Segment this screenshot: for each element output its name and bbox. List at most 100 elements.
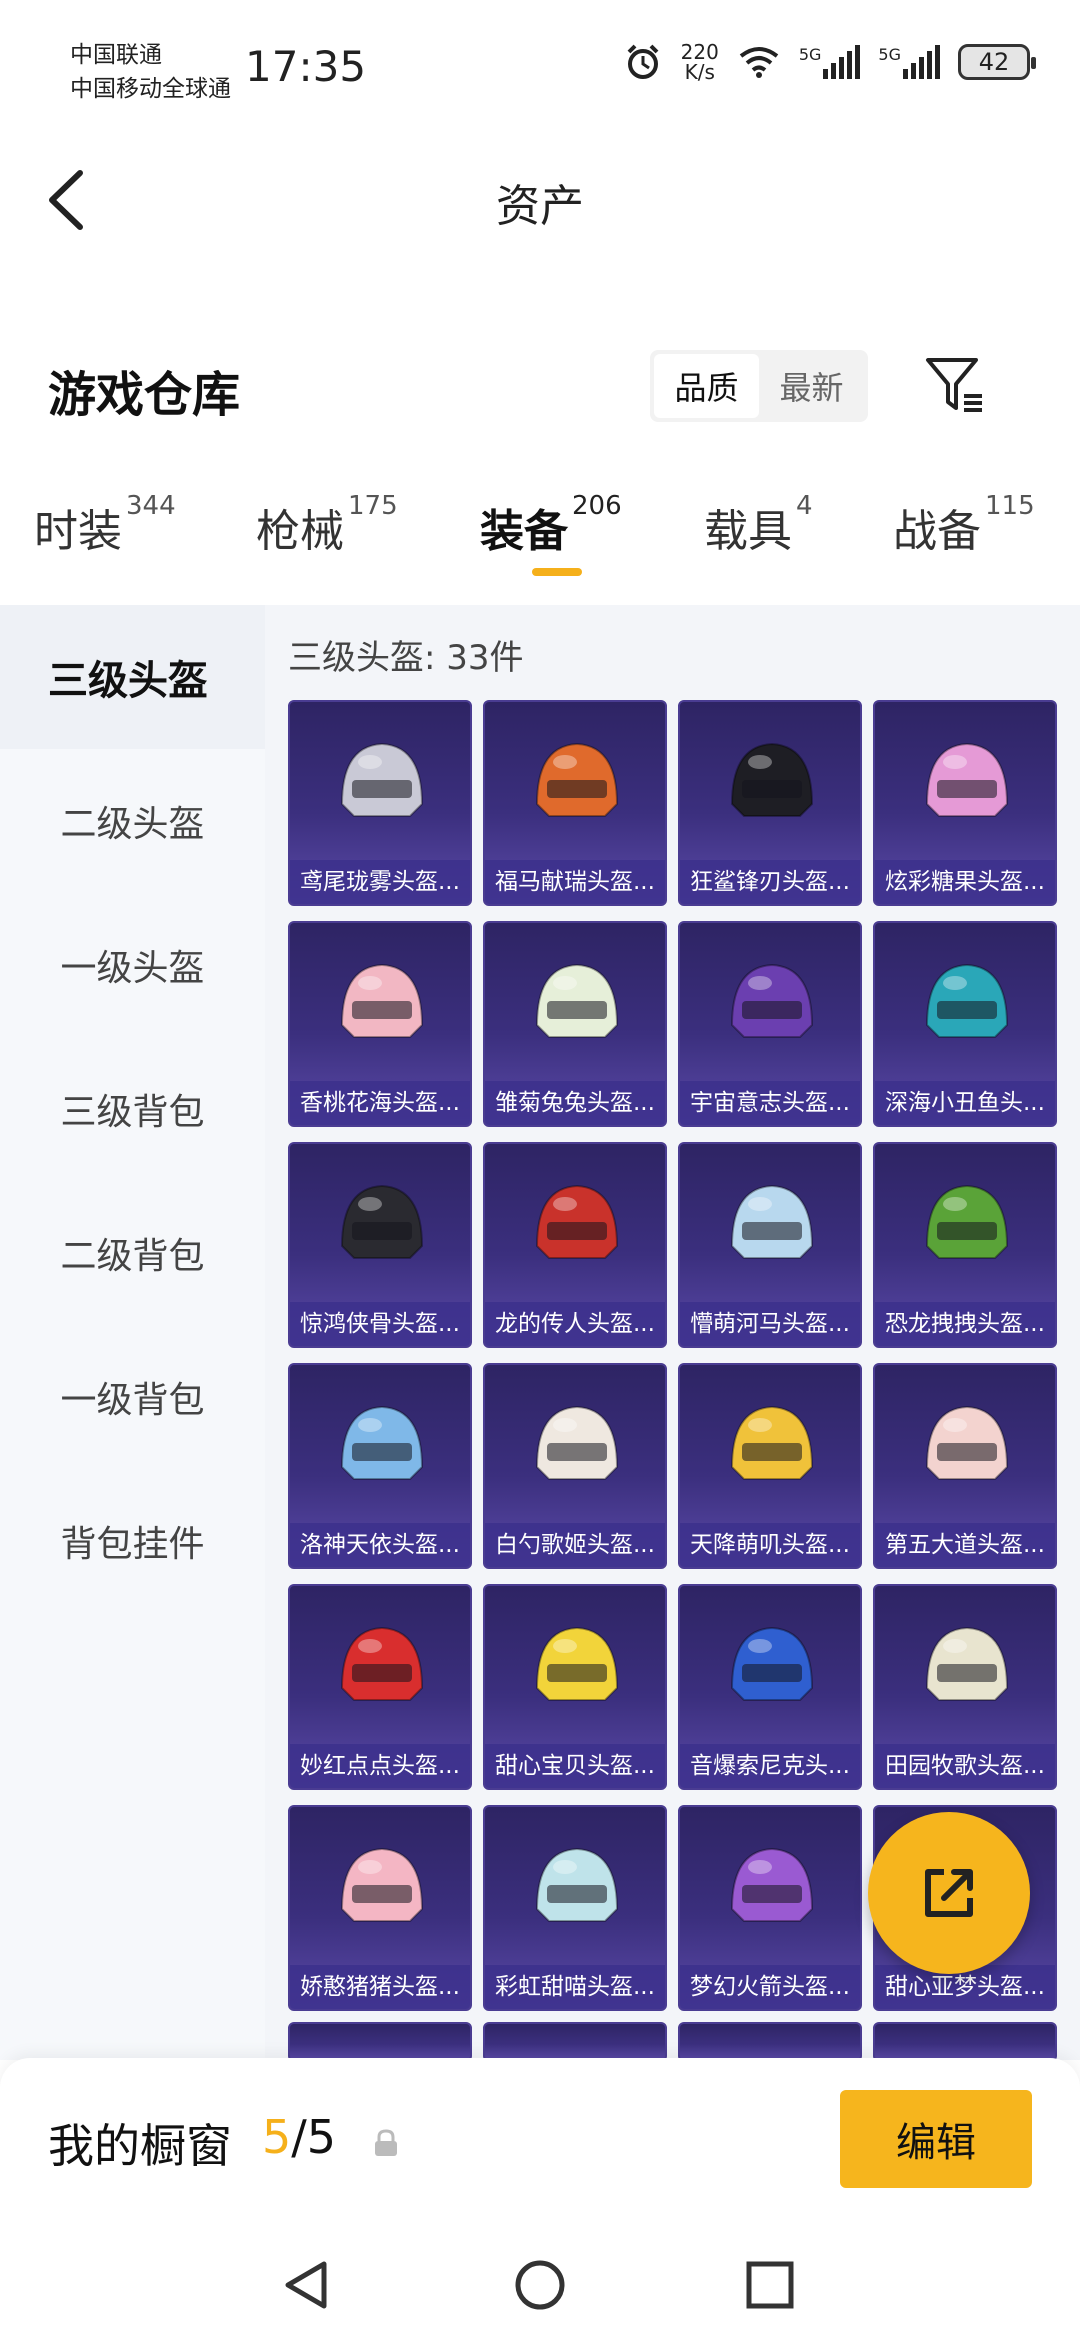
showcase-count: 5/5 bbox=[262, 2110, 336, 2164]
item-card[interactable]: 福马献瑞头盔... bbox=[483, 700, 667, 906]
item-card[interactable]: 狂鲨锋刃头盔... bbox=[678, 700, 862, 906]
tab-vehicles[interactable]: 载具 4 bbox=[704, 491, 813, 559]
helmet-icon bbox=[340, 1184, 424, 1259]
carrier-1: 中国联通 bbox=[70, 42, 162, 68]
signal-1: 5G bbox=[799, 45, 861, 79]
tab-count: 175 bbox=[348, 491, 398, 521]
tab-label: 时装 bbox=[34, 506, 122, 557]
item-card-partial[interactable] bbox=[873, 2022, 1057, 2062]
section-title: 游戏仓库 bbox=[48, 367, 241, 423]
item-name: 彩虹甜喵头盔... bbox=[485, 1965, 665, 2009]
item-card[interactable]: 娇憨猪猪头盔... bbox=[288, 1805, 472, 2011]
item-name: 宇宙意志头盔... bbox=[680, 1081, 860, 1125]
item-name: 懵萌河马头盔... bbox=[680, 1302, 860, 1346]
item-card[interactable]: 懵萌河马头盔... bbox=[678, 1142, 862, 1348]
item-card[interactable]: 洛神天依头盔... bbox=[288, 1363, 472, 1569]
item-card[interactable]: 妙红点点头盔... bbox=[288, 1584, 472, 1790]
signal-2-label: 5G bbox=[878, 45, 901, 64]
item-card-partial[interactable] bbox=[678, 2022, 862, 2062]
showcase-separator: / bbox=[291, 2110, 307, 2164]
helmet-icon bbox=[340, 1405, 424, 1480]
item-card[interactable]: 恐龙拽拽头盔... bbox=[873, 1142, 1057, 1348]
item-card[interactable]: 白勺歌姬头盔... bbox=[483, 1363, 667, 1569]
sort-option-quality[interactable]: 品质 bbox=[654, 354, 759, 418]
system-nav-bar bbox=[0, 2228, 1080, 2338]
item-card[interactable]: 雏菊兔兔头盔... bbox=[483, 921, 667, 1127]
tab-label: 枪械 bbox=[256, 506, 344, 557]
sidebar-item-lvl2-helmet[interactable]: 二级头盔 bbox=[0, 749, 265, 893]
item-name: 音爆索尼克头... bbox=[680, 1744, 860, 1788]
item-name: 甜心宝贝头盔... bbox=[485, 1744, 665, 1788]
status-bar: 中国联通 中国移动全球通 17:35 220 K/s 5G 5G 42 bbox=[0, 0, 1080, 130]
status-icons: 220 K/s 5G 5G 42 bbox=[623, 40, 1036, 84]
net-speed-unit: K/s bbox=[684, 60, 715, 84]
helmet-icon bbox=[730, 742, 814, 817]
item-card[interactable]: 梦幻火箭头盔... bbox=[678, 1805, 862, 2011]
item-card[interactable]: 炫彩糖果头盔... bbox=[873, 700, 1057, 906]
item-card[interactable]: 田园牧歌头盔... bbox=[873, 1584, 1057, 1790]
item-card[interactable]: 音爆索尼克头... bbox=[678, 1584, 862, 1790]
alarm-icon bbox=[627, 44, 659, 79]
helmet-icon bbox=[925, 1405, 1009, 1480]
tab-combat-gear[interactable]: 战备 115 bbox=[893, 491, 1035, 559]
item-card[interactable]: 天降萌叽头盔... bbox=[678, 1363, 862, 1569]
edit-button[interactable]: 编辑 bbox=[840, 2090, 1032, 2188]
helmet-icon bbox=[340, 742, 424, 817]
tab-guns[interactable]: 枪械 175 bbox=[256, 491, 398, 559]
sort-option-newest[interactable]: 最新 bbox=[759, 354, 864, 418]
nav-home-button[interactable] bbox=[505, 2250, 575, 2320]
carrier-2: 中国移动全球通 bbox=[70, 76, 231, 102]
net-speed-value: 220 bbox=[680, 40, 719, 64]
sidebar-item-lvl1-helmet[interactable]: 一级头盔 bbox=[0, 893, 265, 1037]
item-card[interactable]: 甜心宝贝头盔... bbox=[483, 1584, 667, 1790]
item-name: 炫彩糖果头盔... bbox=[875, 860, 1055, 904]
item-card-partial[interactable] bbox=[288, 2022, 472, 2062]
showcase-total: 5 bbox=[306, 2110, 337, 2164]
item-name: 梦幻火箭头盔... bbox=[680, 1965, 860, 2009]
active-tab-indicator bbox=[532, 568, 582, 576]
sidebar-item-lvl3-backpack[interactable]: 三级背包 bbox=[0, 1037, 265, 1181]
helmet-icon bbox=[730, 963, 814, 1038]
clock: 17:35 bbox=[245, 42, 367, 91]
item-card[interactable]: 彩虹甜喵头盔... bbox=[483, 1805, 667, 2011]
tab-label: 装备 bbox=[480, 506, 568, 557]
nav-back-button[interactable] bbox=[272, 2250, 342, 2320]
item-card[interactable]: 第五大道头盔... bbox=[873, 1363, 1057, 1569]
signal-bars-icon bbox=[823, 45, 861, 79]
battery-icon: 42 bbox=[958, 44, 1036, 80]
helmet-icon bbox=[925, 742, 1009, 817]
sidebar-item-lvl3-helmet[interactable]: 三级头盔 bbox=[0, 605, 265, 749]
tab-label: 载具 bbox=[704, 506, 792, 557]
lock-icon bbox=[375, 2129, 397, 2156]
sort-toggle: 品质 最新 bbox=[650, 350, 868, 422]
item-name: 天降萌叽头盔... bbox=[680, 1523, 860, 1567]
wifi-icon bbox=[739, 47, 779, 78]
item-card[interactable]: 香桃花海头盔... bbox=[288, 921, 472, 1127]
sidebar-item-lvl2-backpack[interactable]: 二级背包 bbox=[0, 1181, 265, 1325]
filter-button[interactable] bbox=[920, 350, 990, 420]
showcase-current: 5 bbox=[262, 2110, 292, 2164]
helmet-icon bbox=[535, 1184, 619, 1259]
battery-level: 42 bbox=[978, 48, 1010, 76]
item-card[interactable]: 惊鸿侠骨头盔... bbox=[288, 1142, 472, 1348]
nav-recents-button[interactable] bbox=[735, 2250, 805, 2320]
tab-fashion[interactable]: 时装 344 bbox=[34, 491, 176, 559]
tab-count: 115 bbox=[985, 491, 1035, 521]
item-card[interactable]: 龙的传人头盔... bbox=[483, 1142, 667, 1348]
item-name: 恐龙拽拽头盔... bbox=[875, 1302, 1055, 1346]
sidebar-item-lvl1-backpack[interactable]: 一级背包 bbox=[0, 1325, 265, 1469]
subcategory-sidebar: 三级头盔 二级头盔 一级头盔 三级背包 二级背包 一级背包 背包挂件 bbox=[0, 605, 265, 2060]
share-button[interactable] bbox=[868, 1812, 1030, 1974]
tab-equipment[interactable]: 装备 206 bbox=[480, 491, 622, 559]
item-name: 白勺歌姬头盔... bbox=[485, 1523, 665, 1567]
helmet-icon bbox=[535, 1626, 619, 1701]
item-name: 惊鸿侠骨头盔... bbox=[290, 1302, 470, 1346]
item-card-partial[interactable] bbox=[483, 2022, 667, 2062]
square-recents-icon bbox=[746, 2261, 794, 2309]
item-card[interactable]: 鸢尾珑雾头盔... bbox=[288, 700, 472, 906]
tab-count: 344 bbox=[126, 491, 176, 521]
item-card[interactable]: 宇宙意志头盔... bbox=[678, 921, 862, 1127]
item-card[interactable]: 深海小丑鱼头... bbox=[873, 921, 1057, 1127]
helmet-icon bbox=[730, 1626, 814, 1701]
sidebar-item-backpack-charm[interactable]: 背包挂件 bbox=[0, 1469, 265, 1613]
